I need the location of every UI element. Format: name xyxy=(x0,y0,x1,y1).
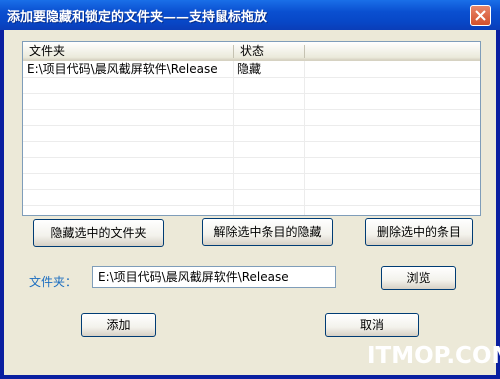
row-folder-cell: E:\项目代码\晨风截屏软件\Release xyxy=(27,62,218,76)
unhide-selected-button[interactable]: 解除选中条目的隐藏 xyxy=(202,218,333,246)
dialog-window: 添加要隐藏和锁定的文件夹——支持鼠标拖放 文件夹 状态 E:\项目代码\晨风截屏… xyxy=(0,0,500,379)
grid-line xyxy=(23,141,480,142)
folder-label: 文件夹： xyxy=(29,275,78,289)
column-header-status[interactable]: 状态 xyxy=(234,42,304,60)
grid-line xyxy=(23,125,480,126)
grid-line xyxy=(23,189,480,190)
column-separator[interactable] xyxy=(304,45,305,58)
folder-path-input[interactable]: E:\项目代码\晨风截屏软件\Release xyxy=(92,266,336,288)
row-status-cell: 隐藏 xyxy=(237,62,262,76)
cancel-button[interactable]: 取消 xyxy=(325,313,419,337)
grid-line xyxy=(23,205,480,206)
grid-line xyxy=(233,61,234,215)
grid-line xyxy=(304,61,305,215)
watermark-text: ITMOP.COM xyxy=(367,343,500,369)
hide-selected-button[interactable]: 隐藏选中的文件夹 xyxy=(33,219,164,247)
close-button[interactable] xyxy=(470,5,491,26)
title-bar[interactable]: 添加要隐藏和锁定的文件夹——支持鼠标拖放 xyxy=(0,0,500,30)
grid-line xyxy=(23,93,480,94)
grid-line xyxy=(23,157,480,158)
add-button[interactable]: 添加 xyxy=(81,313,156,337)
dialog-client-area: 文件夹 状态 E:\项目代码\晨风截屏软件\Release 隐藏 隐藏选中的文件… xyxy=(4,30,496,375)
folder-list[interactable]: 文件夹 状态 E:\项目代码\晨风截屏软件\Release 隐藏 xyxy=(22,41,481,216)
window-title: 添加要隐藏和锁定的文件夹——支持鼠标拖放 xyxy=(7,10,268,25)
grid-line xyxy=(23,109,480,110)
grid-line xyxy=(23,173,480,174)
column-header-folder[interactable]: 文件夹 xyxy=(23,42,233,60)
grid-line xyxy=(23,77,480,78)
browse-button[interactable]: 浏览 xyxy=(381,266,456,290)
close-icon xyxy=(475,10,486,21)
list-header: 文件夹 状态 xyxy=(23,42,480,61)
delete-selected-button[interactable]: 删除选中的条目 xyxy=(365,218,473,246)
